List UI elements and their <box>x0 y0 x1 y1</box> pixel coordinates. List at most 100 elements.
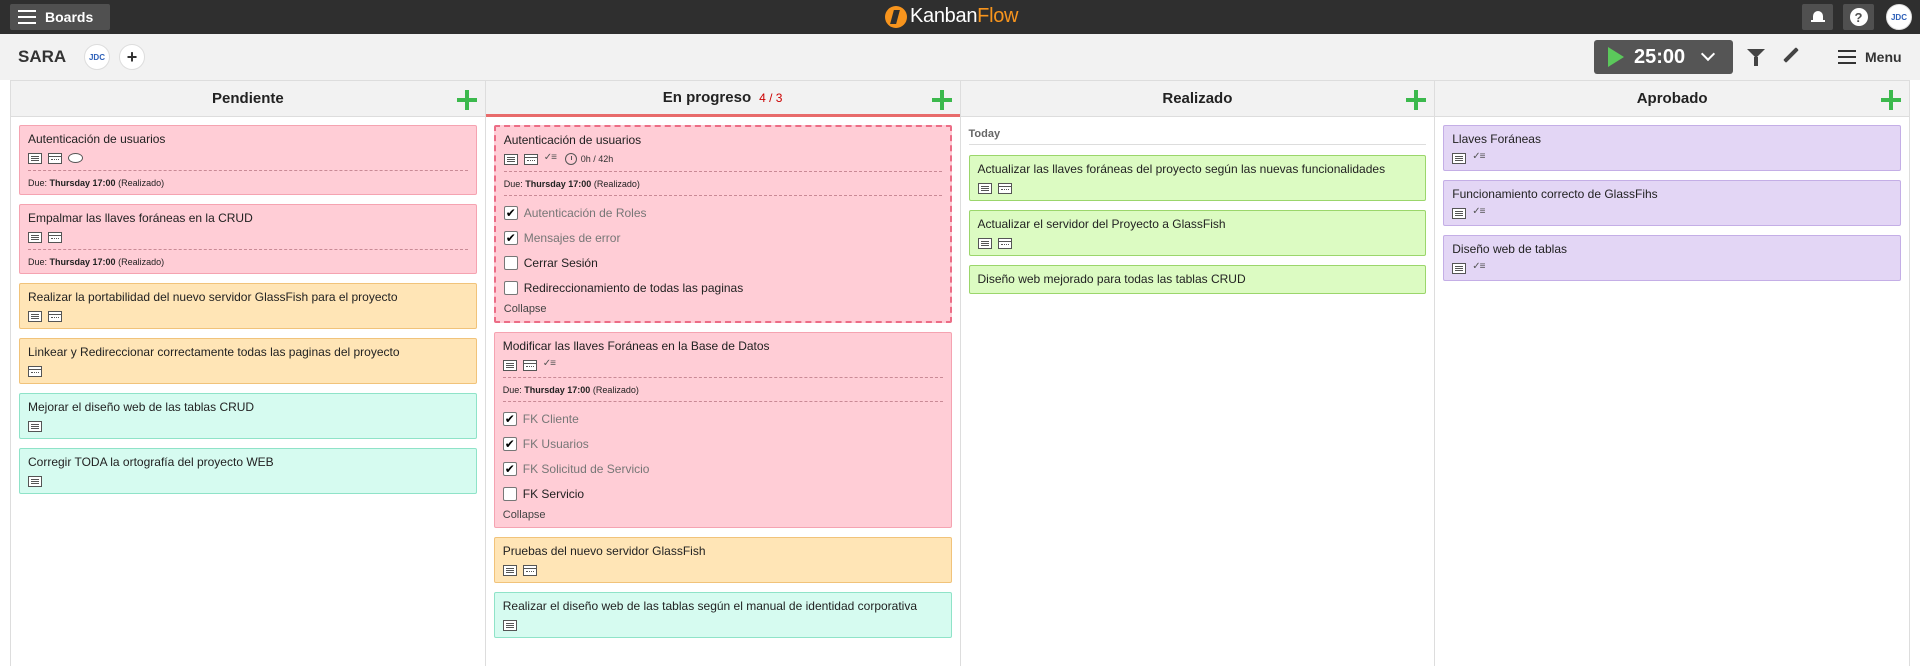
task-card[interactable]: Diseño web de tablas <box>1443 235 1901 281</box>
description-icon <box>1452 152 1467 164</box>
card-title: Autenticación de usuarios <box>28 132 166 146</box>
chevron-down-icon[interactable] <box>1701 46 1716 62</box>
plus-icon[interactable] <box>931 90 952 110</box>
description-icon <box>502 564 517 576</box>
checklist-icon <box>1472 206 1487 219</box>
notifications-button[interactable] <box>1802 4 1833 30</box>
checkbox-icon[interactable] <box>503 255 518 270</box>
card-title: Modificar las llaves Foráneas en la Base… <box>502 339 770 353</box>
card-title: Actualizar el servidor del Proyecto a Gl… <box>977 217 1226 231</box>
plus-icon[interactable] <box>456 90 477 110</box>
description-icon <box>28 231 42 243</box>
task-card[interactable]: Realizar la portabilidad del nuevo servi… <box>19 283 477 329</box>
checkbox-icon[interactable]: ✔ <box>503 230 518 245</box>
filter-icon[interactable] <box>1747 49 1765 66</box>
user-avatar[interactable]: JDC <box>1886 4 1912 30</box>
kanban-board: Pendiente Autenticación de usuarios Due:… <box>10 80 1910 666</box>
task-card[interactable]: Diseño web mejorado para todas las tabla… <box>968 265 1427 294</box>
column-title: Realizado <box>1162 90 1233 107</box>
boards-button[interactable]: Boards <box>10 4 110 30</box>
subtask-item[interactable]: ✔ FK Solicitud de Servicio <box>502 456 943 481</box>
top-bar: Boards Kanban Flow ? JDC <box>0 0 1920 34</box>
description-icon <box>503 153 518 165</box>
due-date: Due: Thursday 17:00 (Realizado) <box>503 171 942 189</box>
subtask-item[interactable]: ✔ FK Cliente <box>502 406 943 431</box>
task-card[interactable]: Linkear y Redireccionar correctamente to… <box>19 338 477 384</box>
task-card[interactable]: Autenticación de usuarios 0h / 42h Due: … <box>493 125 952 323</box>
card-title: Corregir TODA la ortografía del proyecto… <box>28 455 274 469</box>
checkbox-icon[interactable]: ✔ <box>502 461 517 476</box>
subtask-item[interactable]: Redireccionamiento de todas las paginas <box>503 275 942 300</box>
board-title: SARA <box>18 47 67 66</box>
checklist-icon <box>1472 261 1487 274</box>
wip-limit-badge: 4 / 3 <box>759 90 783 105</box>
calendar-icon <box>522 359 537 371</box>
checkbox-icon[interactable]: ✔ <box>502 411 517 426</box>
collapse-link[interactable]: Collapse <box>503 509 943 521</box>
calendar-icon <box>997 237 1012 249</box>
subtask-item[interactable]: FK Servicio <box>502 481 943 506</box>
column-header: Aprobado <box>1435 80 1909 117</box>
description-icon <box>28 420 42 432</box>
timer-value: 25:00 <box>1634 45 1686 68</box>
card-title: Diseño web mejorado para todas las tabla… <box>977 272 1246 286</box>
column-header: Pendiente <box>11 80 485 117</box>
card-title: Diseño web de tablas <box>1452 242 1567 256</box>
description-icon <box>1452 207 1467 219</box>
checkbox-icon[interactable]: ✔ <box>502 436 517 451</box>
subtask-item[interactable]: ✔ FK Usuarios <box>502 431 943 456</box>
task-card[interactable]: Llaves Foráneas <box>1443 125 1901 171</box>
description-icon <box>502 619 517 631</box>
description-icon <box>977 182 992 194</box>
due-date: Due: Thursday 17:00 (Realizado) <box>28 170 468 188</box>
calendar-icon <box>48 231 62 243</box>
subtask-list: ✔ FK Cliente ✔ FK Usuarios ✔ FK Solicitud d… <box>502 401 943 506</box>
task-card[interactable]: Mejorar el diseño web de las tablas CRUD <box>19 393 477 439</box>
pencil-icon[interactable] <box>1783 47 1799 63</box>
description-icon <box>28 152 42 164</box>
bell-icon <box>1810 10 1825 24</box>
column-title: En progreso <box>662 89 752 106</box>
plus-icon[interactable] <box>1406 90 1427 110</box>
pomodoro-timer[interactable]: 25:00 <box>1594 40 1733 74</box>
task-card[interactable]: Corregir TODA la ortografía del proyecto… <box>19 448 477 494</box>
member-avatar[interactable]: JDC <box>84 44 110 70</box>
column-realizado: Realizado Today Actualizar las llaves fo… <box>960 80 1436 666</box>
calendar-icon <box>48 152 62 164</box>
task-card[interactable]: Modificar las llaves Foráneas en la Base… <box>493 332 952 528</box>
help-button[interactable]: ? <box>1843 4 1874 30</box>
checklist-icon <box>544 152 559 165</box>
card-title: Realizar la portabilidad del nuevo servi… <box>28 290 398 304</box>
task-card[interactable]: Actualizar las llaves foráneas del proye… <box>968 155 1427 201</box>
add-member-button[interactable]: + <box>119 44 145 70</box>
plus-icon[interactable] <box>1881 90 1901 110</box>
subtask-item[interactable]: ✔ Mensajes de error <box>503 225 942 250</box>
play-icon[interactable] <box>1608 47 1624 67</box>
column-title: Pendiente <box>212 90 284 107</box>
task-card[interactable]: Actualizar el servidor del Proyecto a Gl… <box>968 210 1427 256</box>
task-card[interactable]: Empalmar las llaves foráneas en la CRUD … <box>19 204 477 274</box>
logo-kanban-text: Kanban <box>910 5 978 27</box>
description-icon <box>28 310 42 322</box>
card-title: Empalmar las llaves foráneas en la CRUD <box>28 211 253 225</box>
menu-button[interactable]: Menu <box>1838 49 1902 65</box>
checkbox-icon[interactable] <box>503 280 518 295</box>
checkbox-icon[interactable]: ✔ <box>503 205 518 220</box>
column-pendiente: Pendiente Autenticación de usuarios Due:… <box>11 80 486 666</box>
column-en-progreso: En progreso 4 / 3 Autenticación de usuar… <box>485 80 961 666</box>
task-card[interactable]: Pruebas del nuevo servidor GlassFish <box>493 537 952 583</box>
card-title: Linkear y Redireccionar correctamente to… <box>28 345 400 359</box>
description-icon <box>502 359 517 371</box>
card-title: Mejorar el diseño web de las tablas CRUD <box>28 400 255 414</box>
task-card[interactable]: Funcionamiento correcto de GlassFihs <box>1443 180 1901 226</box>
help-icon: ? <box>1849 8 1868 26</box>
boards-label: Boards <box>45 9 94 25</box>
subtask-item[interactable]: ✔ Autenticación de Roles <box>503 200 942 225</box>
checkbox-icon[interactable] <box>502 486 517 501</box>
collapse-link[interactable]: Collapse <box>504 303 942 315</box>
task-card[interactable]: Realizar el diseño web de las tablas seg… <box>493 592 952 638</box>
subtask-item[interactable]: Cerrar Sesión <box>503 250 942 275</box>
kanbanflow-logo[interactable]: Kanban Flow <box>885 5 1018 28</box>
task-card[interactable]: Autenticación de usuarios Due: Thursday … <box>19 125 477 195</box>
calendar-icon <box>523 153 538 165</box>
